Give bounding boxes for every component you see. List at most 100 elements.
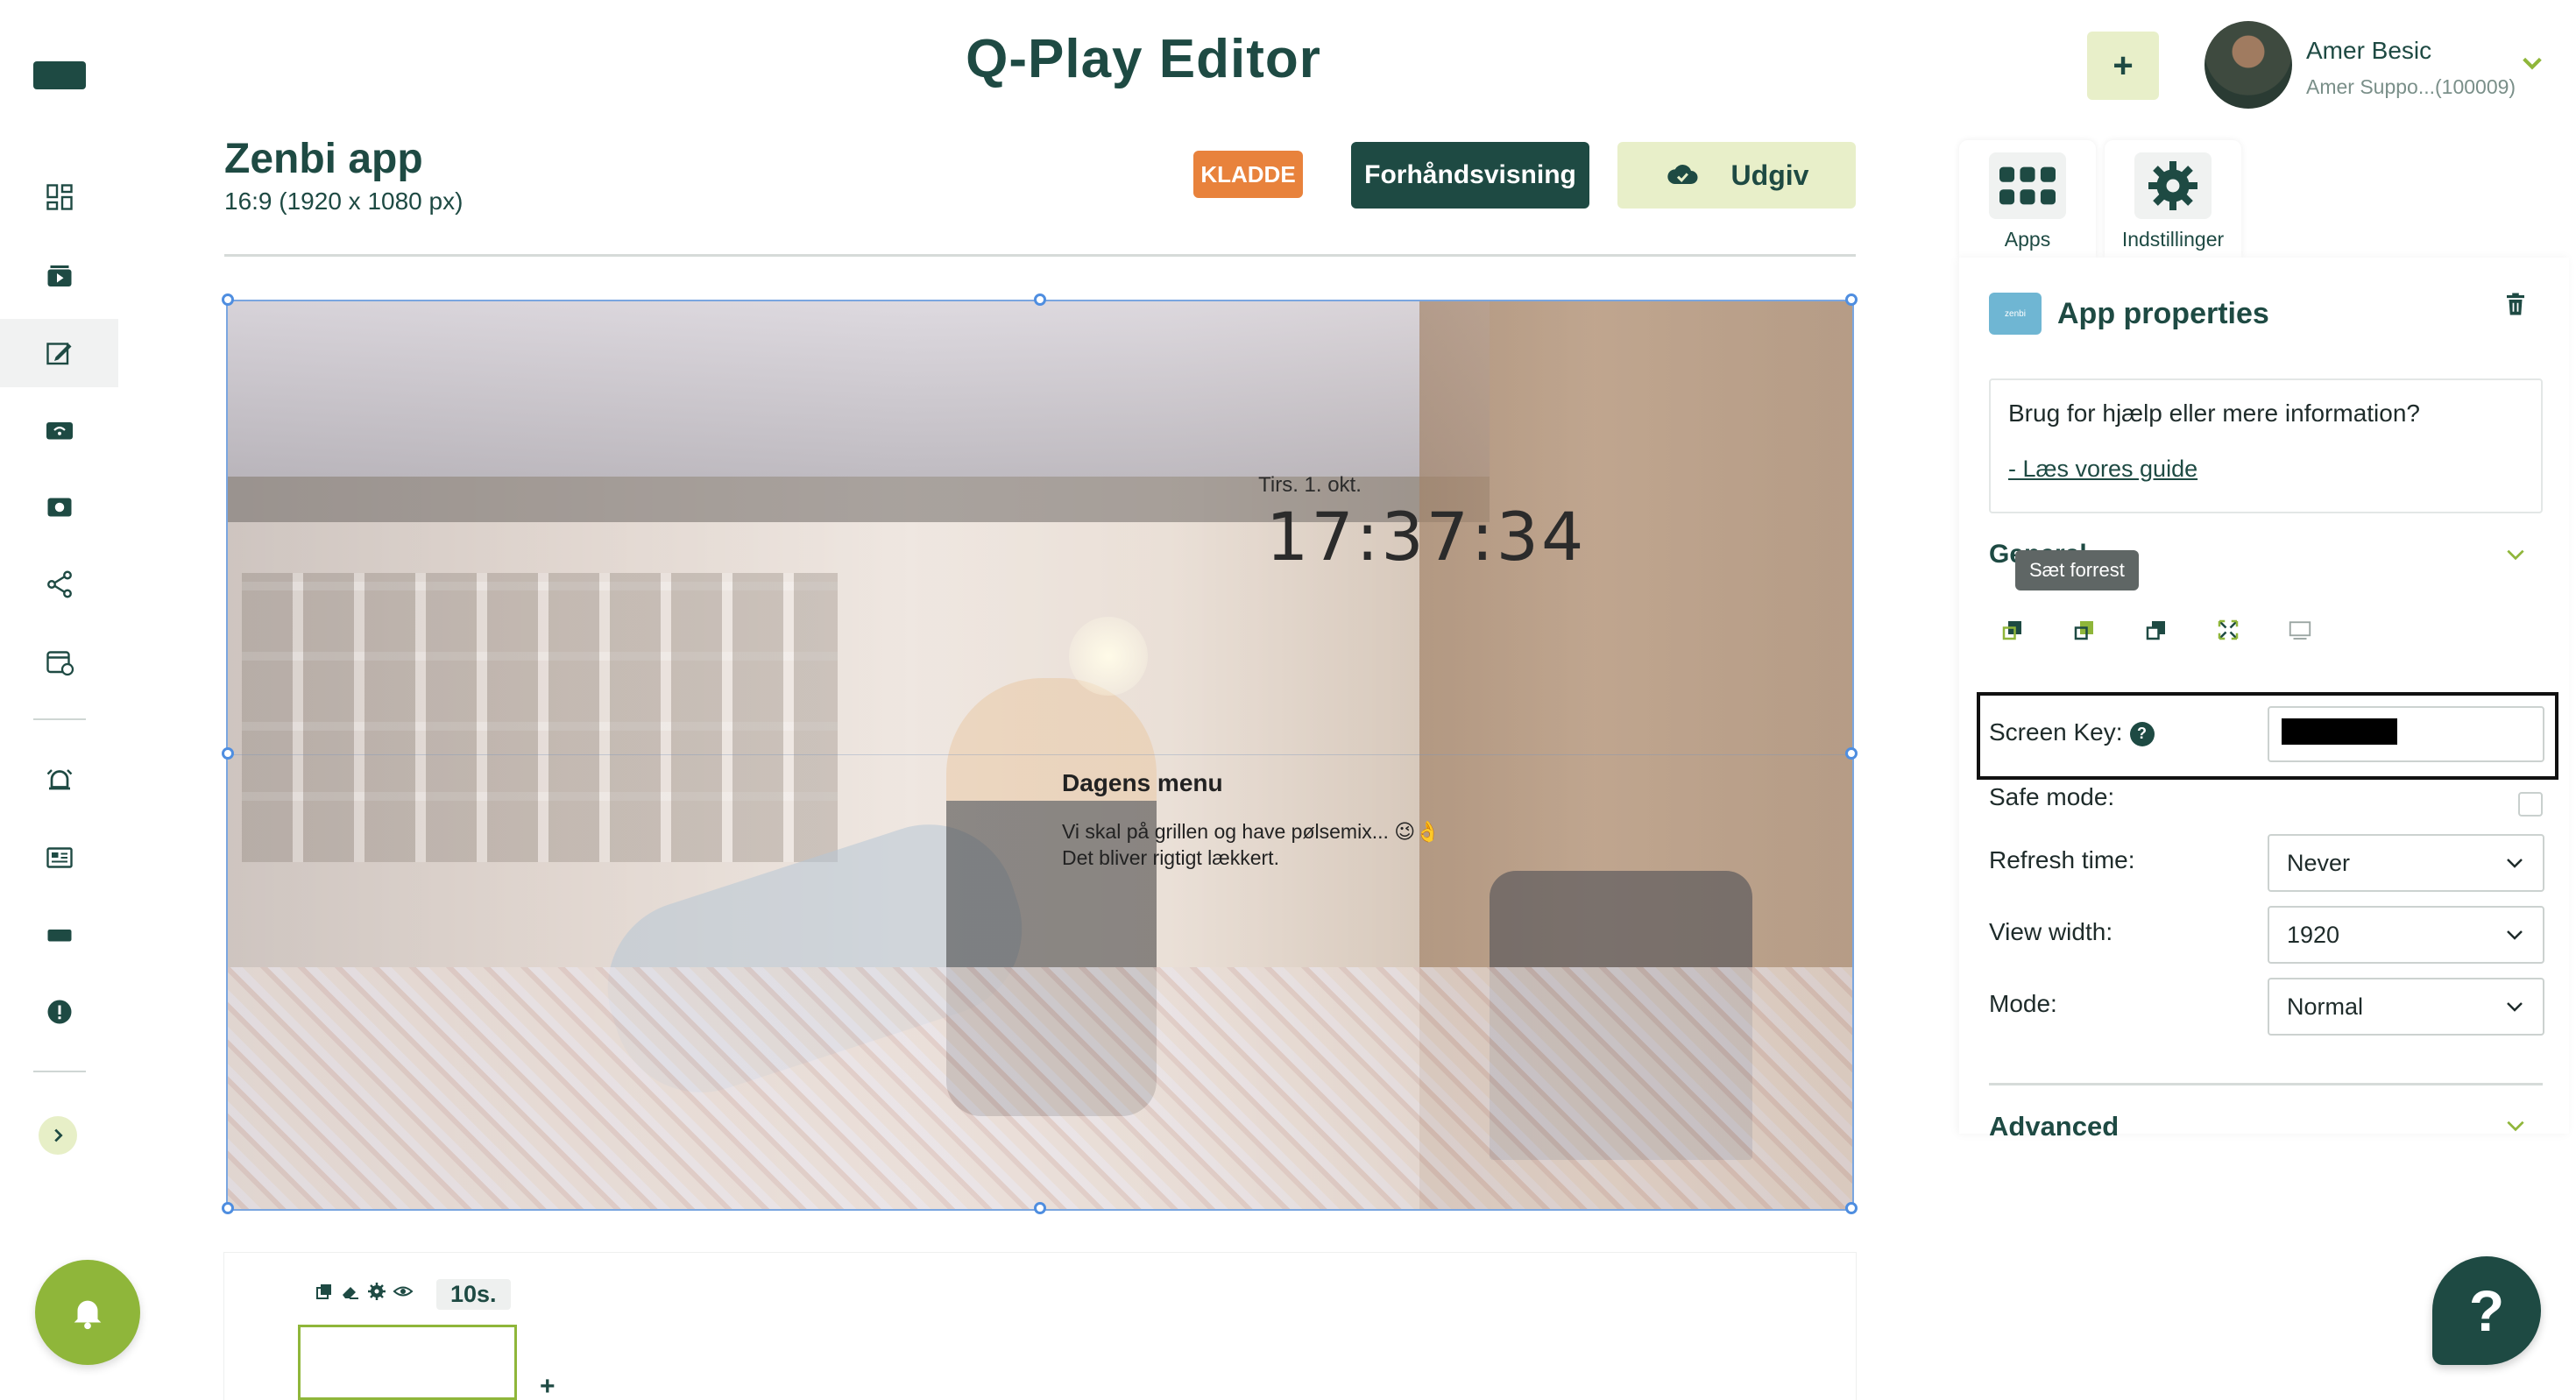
slide-tools [314, 1281, 414, 1302]
trash-icon[interactable] [2502, 289, 2529, 319]
sidebar-item-share[interactable] [0, 550, 118, 619]
mode-label: Mode: [1989, 990, 2057, 1017]
bring-to-front-icon[interactable] [1999, 617, 2026, 643]
menu-logo-icon[interactable] [33, 61, 86, 89]
status-badge: KLADDE [1193, 151, 1303, 198]
apps-grid-icon [1999, 166, 2056, 205]
refresh-time-label: Refresh time: [1989, 846, 2135, 873]
sidebar-item-screens[interactable] [0, 396, 118, 464]
properties-title: App properties [2057, 296, 2269, 330]
panel-tabs: Apps Indstillinger [1959, 140, 2241, 258]
display-icon [47, 930, 71, 942]
sidebar-item-dashboard[interactable] [0, 163, 118, 231]
resize-handle[interactable] [1845, 1202, 1858, 1214]
document-size: 16:9 (1920 x 1080 px) [224, 187, 464, 215]
media-play-icon [47, 265, 71, 286]
calendar-icon [46, 651, 74, 676]
sidebar-item-display[interactable] [0, 901, 118, 969]
zenbi-logo: zenbi [1989, 293, 2042, 335]
bring-forward-icon[interactable] [2071, 617, 2098, 643]
canvas-menu-text[interactable]: Det bliver rigtigt lækkert. [1062, 846, 1279, 870]
resize-handle[interactable] [1845, 747, 1858, 760]
send-backward-icon[interactable] [2143, 617, 2169, 643]
add-button[interactable]: + [2087, 32, 2159, 100]
help-question: Brug for hjælp eller mere information? [2008, 399, 2420, 427]
chevron-down-icon[interactable] [2504, 1114, 2527, 1137]
sidebar-item-editor[interactable] [0, 319, 118, 387]
sidebar-item-warnings[interactable] [0, 978, 118, 1046]
help-icon[interactable]: ? [2129, 721, 2155, 746]
canvas-guide-line [228, 754, 1852, 755]
gear-icon[interactable] [366, 1281, 387, 1302]
refresh-time-select[interactable]: Never [2268, 834, 2544, 892]
alarm-icon [46, 769, 72, 790]
sidebar-item-news[interactable] [0, 824, 118, 892]
user-name[interactable]: Amer Besic [2306, 37, 2431, 65]
eraser-icon[interactable] [340, 1281, 361, 1302]
eye-icon[interactable] [393, 1281, 414, 1302]
tab-settings-label: Indstillinger [2121, 228, 2225, 251]
image-icon [47, 498, 71, 517]
screen-wifi-icon [46, 422, 73, 440]
chevron-down-icon[interactable] [2520, 51, 2544, 75]
sidebar-item-alerts[interactable] [0, 746, 118, 815]
cloud-check-icon [1667, 165, 1698, 184]
view-width-value: 1920 [2287, 921, 2340, 948]
add-slide-button[interactable]: + [540, 1372, 556, 1400]
section-advanced[interactable]: Advanced [1989, 1111, 2119, 1142]
screen-outline-icon[interactable] [2287, 617, 2313, 643]
section-divider [1989, 1083, 2543, 1085]
view-width-select[interactable]: 1920 [2268, 906, 2544, 964]
editor-canvas[interactable]: Tirs. 1. okt. 17:37:34 Dagens menu Vi sk… [226, 300, 1854, 1211]
sidebar-item-media[interactable] [0, 242, 118, 310]
refresh-time-value: Never [2287, 849, 2351, 876]
user-organization[interactable]: Amer Suppo...(100009) [2306, 75, 2516, 99]
help-chat-button[interactable]: ? [2432, 1256, 2541, 1365]
screen-key-redaction [2282, 718, 2397, 745]
sidebar-item-schedule[interactable] [0, 627, 118, 696]
mode-select[interactable]: Normal [2268, 978, 2544, 1036]
sidebar-divider [33, 1071, 86, 1072]
publish-button[interactable]: Udgiv [1617, 142, 1856, 209]
tab-settings[interactable]: Indstillinger [2105, 140, 2241, 258]
resize-handle[interactable] [222, 747, 234, 760]
properties-header: zenbi App properties [1989, 282, 2572, 345]
edit-icon [46, 343, 71, 365]
view-width-label: View width: [1989, 918, 2113, 945]
avatar[interactable] [2204, 21, 2292, 109]
resize-handle[interactable] [222, 1202, 234, 1214]
apps-tab-icon-box [1989, 152, 2066, 219]
preview-button[interactable]: Forhåndsvisning [1351, 142, 1589, 209]
canvas-menu-title[interactable]: Dagens menu [1062, 769, 1223, 797]
canvas-menu-text[interactable]: Vi skal på grillen og have pølsemix... 😉… [1062, 820, 1440, 844]
guide-link[interactable]: - Læs vores guide [2008, 456, 2197, 483]
notifications-button[interactable] [35, 1260, 140, 1365]
slide-duration[interactable]: 10s. [436, 1279, 511, 1310]
fullscreen-icon[interactable] [2215, 617, 2241, 643]
left-sidebar [0, 0, 118, 1400]
slide-thumbnail[interactable] [298, 1325, 517, 1400]
sidebar-item-gallery[interactable] [0, 473, 118, 541]
sidebar-expand-button[interactable] [39, 1116, 77, 1155]
duplicate-icon[interactable] [314, 1281, 335, 1302]
canvas-date[interactable]: Tirs. 1. okt. [1178, 473, 1441, 498]
tab-apps-label: Apps [2004, 228, 2051, 251]
canvas-clock[interactable]: 17:37:34 [1266, 498, 1634, 576]
document-title: Zenbi app [224, 136, 423, 182]
resize-handle[interactable] [222, 293, 234, 306]
resize-handle[interactable] [1845, 293, 1858, 306]
background-photo-blanket [228, 967, 1852, 1209]
warning-icon [47, 1000, 71, 1024]
screen-key-label: Screen Key:? [1989, 718, 2155, 746]
safe-mode-checkbox[interactable] [2518, 792, 2543, 817]
header-divider [224, 254, 1856, 257]
chevron-down-icon[interactable] [2504, 543, 2527, 566]
resize-handle[interactable] [1034, 293, 1046, 306]
resize-handle[interactable] [1034, 1202, 1046, 1214]
screen-key-label-text: Screen Key: [1989, 718, 2123, 746]
background-photo-bunk [228, 301, 1490, 477]
tab-apps[interactable]: Apps [1959, 140, 2096, 258]
publish-label: Udgiv [1730, 159, 1809, 191]
background-photo-lamp [1069, 617, 1148, 696]
chevron-down-icon [2507, 930, 2523, 940]
